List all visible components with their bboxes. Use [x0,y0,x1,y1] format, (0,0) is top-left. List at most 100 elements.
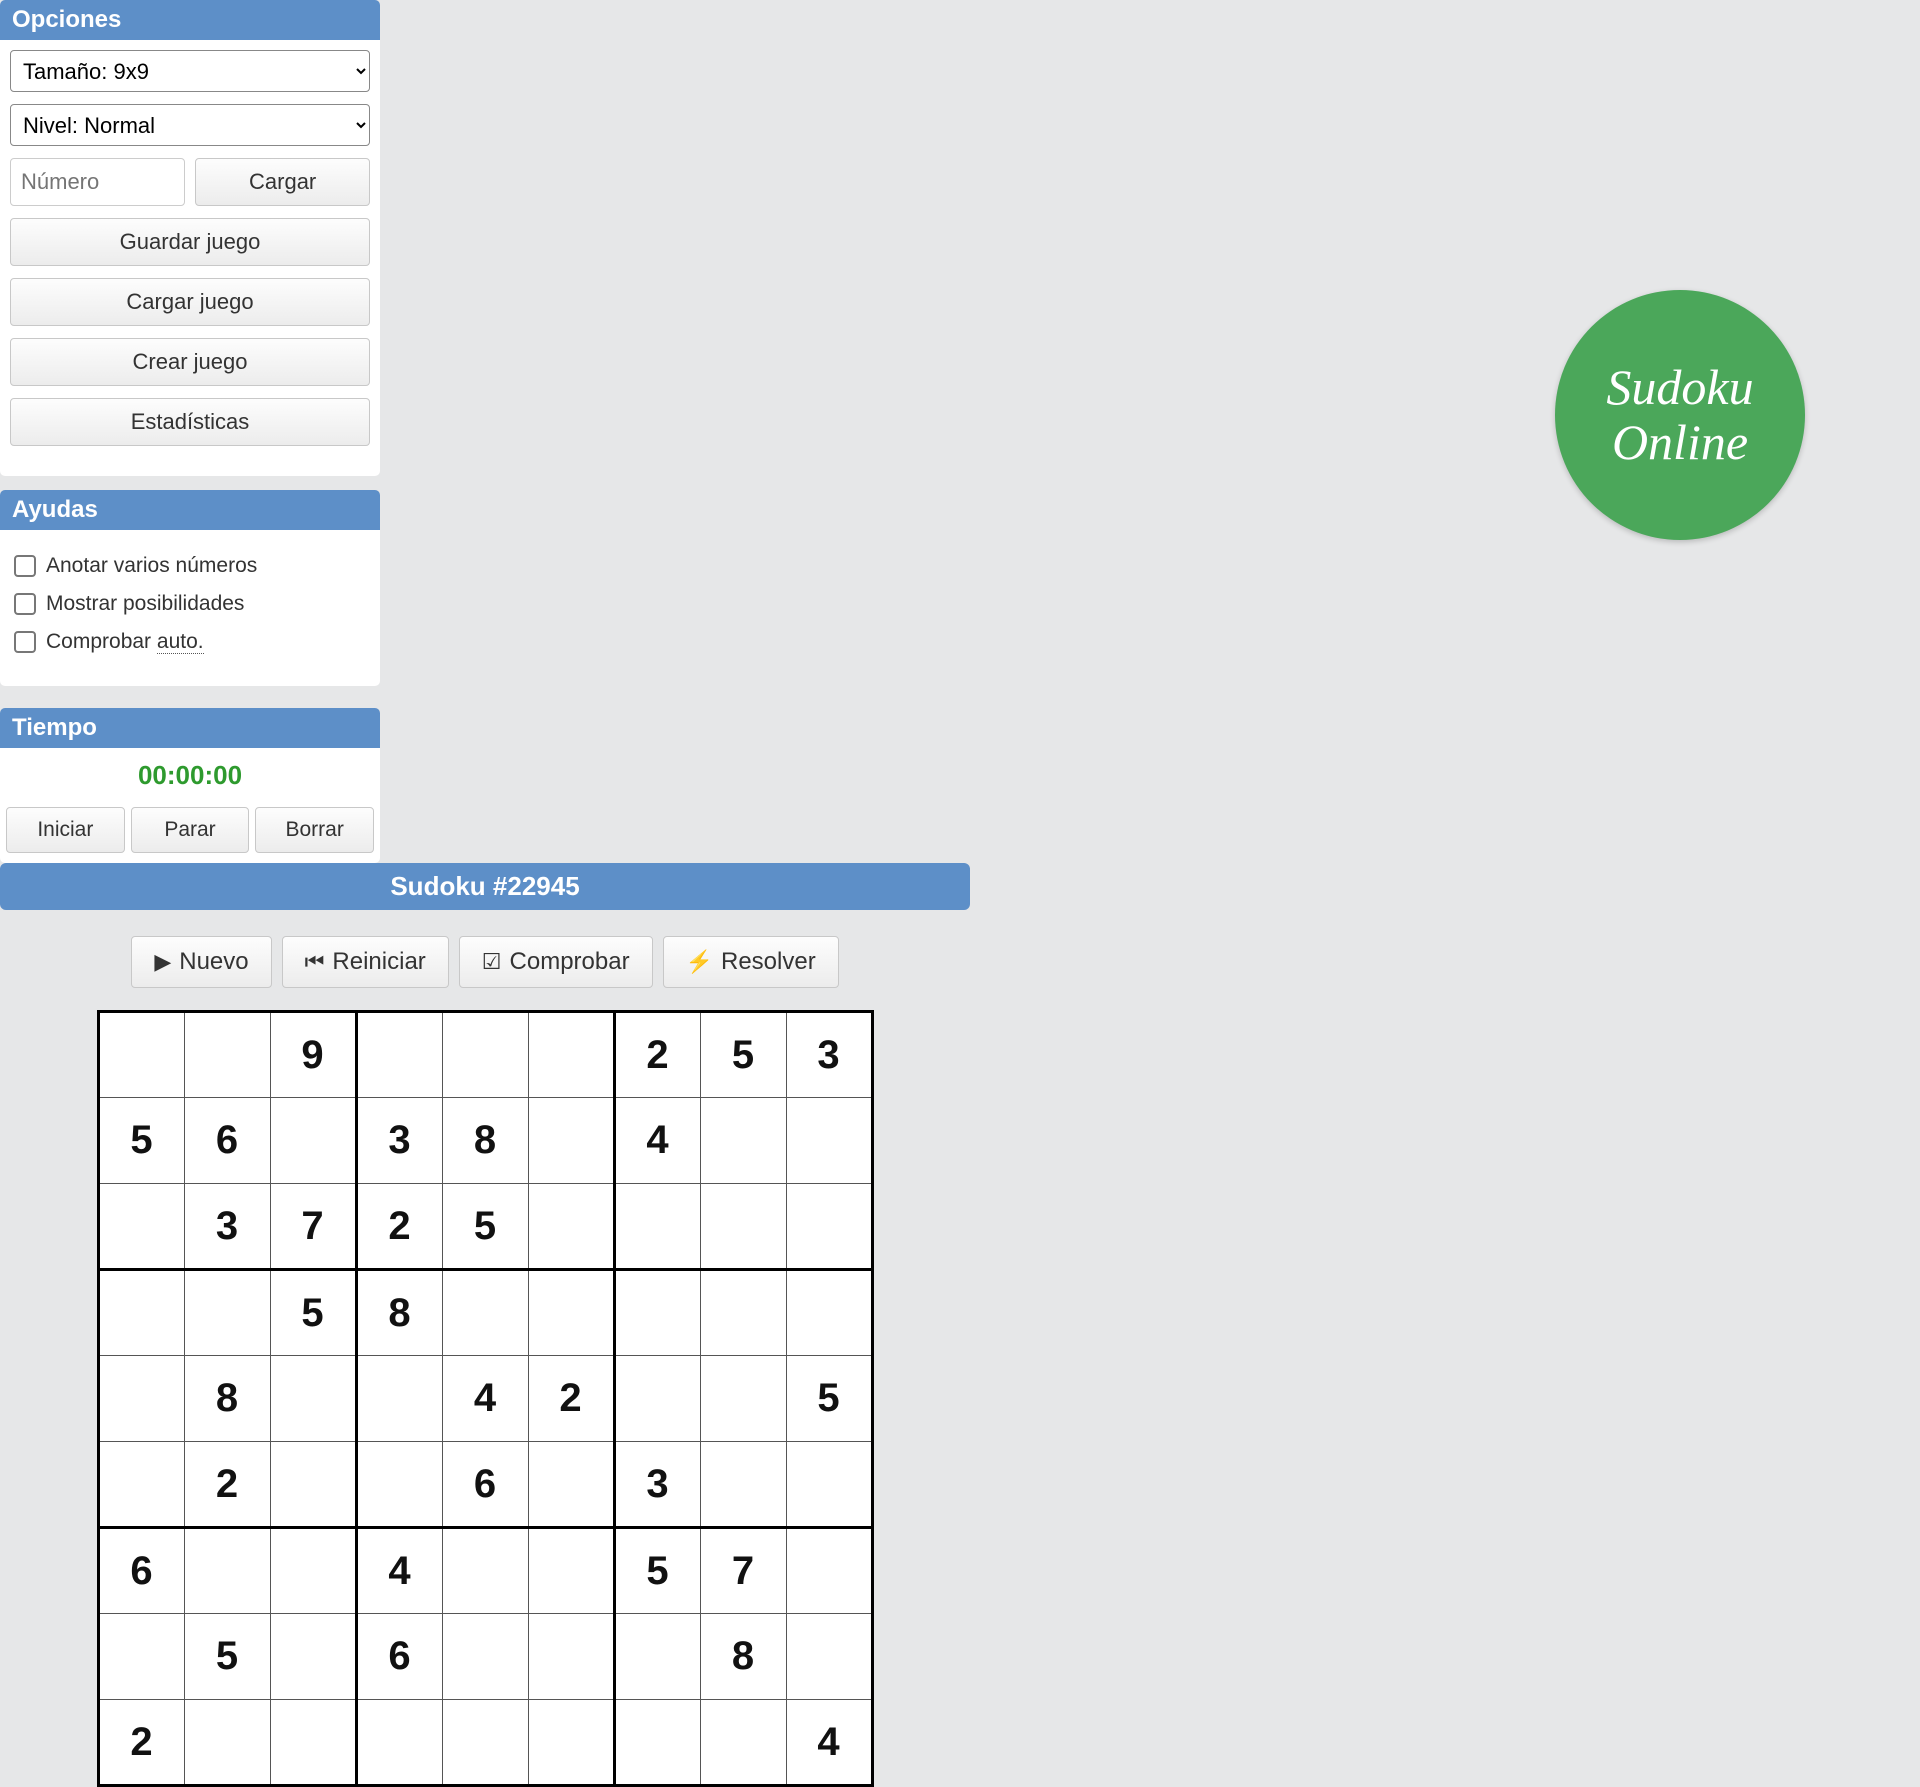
sudoku-cell[interactable] [356,1700,442,1786]
sudoku-cell[interactable]: 6 [184,1098,270,1184]
sudoku-cell[interactable] [700,1356,786,1442]
sudoku-cell[interactable] [356,1356,442,1442]
new-button[interactable]: ▶ Nuevo [131,936,271,988]
sudoku-cell[interactable] [786,1098,872,1184]
sudoku-cell[interactable] [98,1012,184,1098]
sudoku-cell[interactable] [614,1356,700,1442]
sudoku-cell[interactable] [528,1012,614,1098]
sudoku-cell[interactable] [528,1442,614,1528]
sudoku-cell[interactable] [700,1270,786,1356]
sudoku-cell[interactable] [98,1184,184,1270]
sudoku-cell[interactable] [528,1184,614,1270]
sudoku-cell[interactable] [356,1012,442,1098]
sudoku-cell[interactable]: 5 [614,1528,700,1614]
timer-clear-button[interactable]: Borrar [255,807,374,853]
sudoku-cell[interactable] [528,1700,614,1786]
sudoku-cell[interactable]: 4 [356,1528,442,1614]
checkbox-show-possibilities[interactable]: Mostrar posibilidades [14,592,366,616]
sudoku-cell[interactable] [700,1442,786,1528]
sudoku-cell[interactable] [442,1700,528,1786]
sudoku-cell[interactable] [614,1700,700,1786]
sudoku-cell[interactable] [270,1528,356,1614]
sudoku-cell[interactable] [614,1270,700,1356]
sudoku-cell[interactable]: 9 [270,1012,356,1098]
sudoku-cell[interactable] [786,1614,872,1700]
sudoku-cell[interactable]: 6 [98,1528,184,1614]
sudoku-cell[interactable] [442,1012,528,1098]
sudoku-cell[interactable]: 5 [700,1012,786,1098]
restart-button[interactable]: ⏮ Reiniciar [282,936,449,988]
sudoku-cell[interactable]: 3 [356,1098,442,1184]
sudoku-cell[interactable] [528,1528,614,1614]
sudoku-cell[interactable] [184,1012,270,1098]
sudoku-cell[interactable] [700,1184,786,1270]
sudoku-cell[interactable]: 3 [786,1012,872,1098]
sudoku-cell[interactable] [98,1614,184,1700]
sudoku-cell[interactable]: 8 [700,1614,786,1700]
sudoku-cell[interactable] [700,1098,786,1184]
sudoku-cell[interactable]: 4 [786,1700,872,1786]
sudoku-cell[interactable]: 6 [442,1442,528,1528]
sudoku-cell[interactable] [184,1700,270,1786]
timer-start-button[interactable]: Iniciar [6,807,125,853]
sudoku-cell[interactable]: 2 [184,1442,270,1528]
sudoku-cell[interactable] [528,1614,614,1700]
sudoku-cell[interactable]: 7 [270,1184,356,1270]
sudoku-cell[interactable] [184,1528,270,1614]
check-button[interactable]: ☑ Comprobar [459,936,653,988]
sudoku-cell[interactable] [442,1270,528,1356]
load-button[interactable]: Cargar [195,158,370,206]
timer-stop-button[interactable]: Parar [131,807,250,853]
sudoku-cell[interactable] [442,1528,528,1614]
sudoku-cell[interactable] [786,1442,872,1528]
sudoku-cell[interactable] [786,1270,872,1356]
stats-button[interactable]: Estadísticas [10,398,370,446]
checkbox-auto-check[interactable]: Comprobar auto. [14,630,366,654]
sudoku-cell[interactable] [270,1700,356,1786]
sudoku-board[interactable]: 9253563843725588425263645756824 [97,1010,874,1787]
checkbox-multi-notes[interactable]: Anotar varios números [14,554,366,578]
sudoku-cell[interactable] [528,1098,614,1184]
sudoku-cell[interactable]: 4 [614,1098,700,1184]
sudoku-cell[interactable]: 6 [356,1614,442,1700]
sudoku-cell[interactable]: 8 [356,1270,442,1356]
sudoku-cell[interactable]: 5 [786,1356,872,1442]
sudoku-cell[interactable] [786,1528,872,1614]
size-select[interactable]: Tamaño: 9x9 [10,50,370,92]
sudoku-cell[interactable]: 2 [356,1184,442,1270]
sudoku-cell[interactable]: 8 [442,1098,528,1184]
sudoku-cell[interactable]: 5 [270,1270,356,1356]
sudoku-cell[interactable]: 2 [614,1012,700,1098]
sudoku-cell[interactable] [98,1270,184,1356]
sudoku-cell[interactable] [442,1614,528,1700]
sudoku-cell[interactable] [356,1442,442,1528]
sudoku-cell[interactable] [786,1184,872,1270]
load-game-button[interactable]: Cargar juego [10,278,370,326]
sudoku-cell[interactable] [98,1442,184,1528]
sudoku-cell[interactable]: 5 [442,1184,528,1270]
sudoku-cell[interactable] [270,1098,356,1184]
sudoku-cell[interactable]: 5 [184,1614,270,1700]
level-select[interactable]: Nivel: Normal [10,104,370,146]
create-game-button[interactable]: Crear juego [10,338,370,386]
sudoku-cell[interactable] [270,1356,356,1442]
number-input[interactable] [10,158,185,206]
sudoku-cell[interactable]: 7 [700,1528,786,1614]
sudoku-cell[interactable] [700,1700,786,1786]
sudoku-cell[interactable]: 2 [528,1356,614,1442]
save-game-button[interactable]: Guardar juego [10,218,370,266]
solve-button[interactable]: ⚡ Resolver [663,936,839,988]
sudoku-cell[interactable] [98,1356,184,1442]
sudoku-cell[interactable]: 5 [98,1098,184,1184]
sudoku-cell[interactable] [270,1614,356,1700]
sudoku-cell[interactable] [614,1614,700,1700]
sudoku-cell[interactable]: 2 [98,1700,184,1786]
sudoku-cell[interactable]: 8 [184,1356,270,1442]
sudoku-cell[interactable] [614,1184,700,1270]
sudoku-cell[interactable] [184,1270,270,1356]
sudoku-cell[interactable]: 3 [184,1184,270,1270]
sudoku-cell[interactable]: 3 [614,1442,700,1528]
sudoku-cell[interactable]: 4 [442,1356,528,1442]
sudoku-cell[interactable] [270,1442,356,1528]
sudoku-cell[interactable] [528,1270,614,1356]
